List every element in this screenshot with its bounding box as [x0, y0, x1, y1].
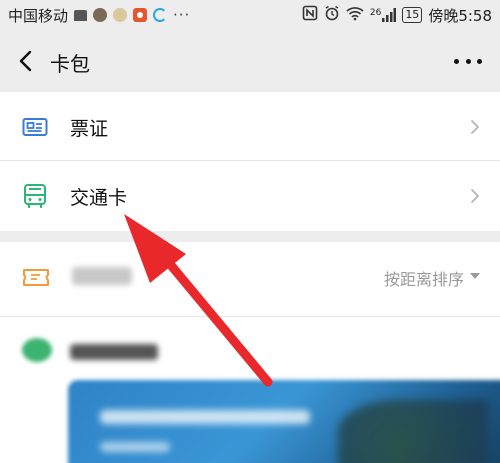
merchant-row[interactable] [0, 320, 500, 380]
more-dot-icon [454, 58, 459, 64]
caret-down-icon [470, 273, 480, 279]
card-artwork [338, 400, 488, 463]
notification-app-icon [74, 9, 88, 21]
list-item-transit-card[interactable]: 交通卡 [0, 161, 500, 231]
network-type-label: 26 [369, 8, 382, 18]
status-right: 26 15 傍晚5:58 [302, 5, 492, 26]
merchant-logo [22, 338, 52, 362]
blurred-card-subtitle [100, 442, 170, 452]
chevron-left-icon [19, 50, 32, 72]
nfc-icon [302, 5, 318, 25]
list-item-label: 交通卡 [70, 187, 128, 209]
alarm-icon [324, 5, 340, 25]
status-bar: 中国移动 ··· 26 15 傍晚5:58 [0, 0, 500, 30]
notification-app-icon [133, 8, 148, 22]
chevron-right-icon [470, 188, 480, 204]
page-title: 卡包 [50, 52, 90, 76]
battery-indicator: 15 [402, 7, 423, 23]
sort-by-distance-button[interactable]: 按距离排序 [384, 266, 464, 290]
blurred-merchant-name [70, 344, 158, 360]
ticket-card-icon [22, 114, 48, 140]
row-divider [0, 316, 500, 317]
status-left: 中国移动 ··· [8, 5, 190, 26]
blurred-section-title [72, 267, 132, 285]
more-notifications-icon: ··· [173, 6, 191, 24]
chevron-right-icon [470, 119, 480, 135]
wifi-icon [346, 5, 364, 25]
title-bar: 卡包 [0, 30, 500, 92]
back-button[interactable] [14, 48, 40, 74]
coupons-header-row[interactable]: 按距离排序 [0, 242, 500, 312]
blurred-card-title [100, 410, 310, 424]
list-item-label: 票证 [70, 118, 109, 140]
notification-app-icon [93, 8, 108, 22]
section-gap [0, 231, 500, 242]
cards-section: 按距离排序 [0, 242, 500, 463]
more-options-button[interactable] [454, 47, 482, 75]
notification-app-icon [153, 8, 168, 22]
signal-icon: 26 [369, 8, 397, 22]
coupon-icon [22, 264, 50, 290]
more-dot-icon [465, 58, 471, 64]
list-item-tickets[interactable]: 票证 [0, 92, 500, 162]
notification-app-icon [113, 8, 128, 22]
membership-card[interactable] [68, 380, 500, 463]
clock-label: 傍晚5:58 [428, 6, 492, 25]
bus-icon [22, 183, 48, 209]
more-dot-icon [477, 58, 482, 64]
carrier-label: 中国移动 [8, 6, 69, 25]
